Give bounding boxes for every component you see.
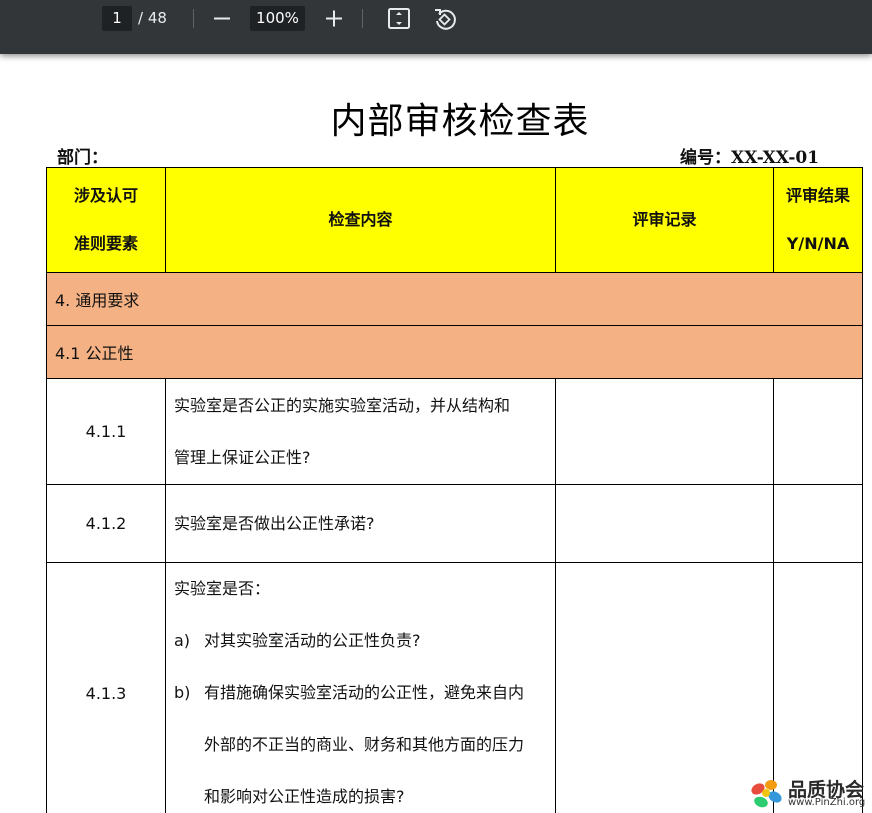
table-header-row: 涉及认可 准则要素 检查内容 评审记录 评审结果 Y/N/NA <box>46 167 863 273</box>
check-content: 实验室是否做出公正性承诺? <box>165 484 556 563</box>
audit-checklist-table: 涉及认可 准则要素 检查内容 评审记录 评审结果 Y/N/NA 4. 通用要求 … <box>46 167 863 813</box>
table-row: 4.1.3 实验室是否： a) 对其实验室活动的公正性负责? b) 有措施确保实验室… <box>46 562 863 813</box>
clause-code: 4.1.1 <box>46 378 166 485</box>
rotate-button[interactable] <box>430 5 458 32</box>
section-row: 4. 通用要求 <box>46 272 863 326</box>
document-number: 编号：XX-XX-01 <box>680 148 820 168</box>
pdf-page: 内部审核检查表 部门： 编号：XX-XX-01 涉及认可 准则要素 检查内容 评… <box>0 54 872 813</box>
toolbar-divider <box>362 9 363 28</box>
page-number-input[interactable]: 1 <box>102 6 132 31</box>
header-result: 评审结果 Y/N/NA <box>773 167 863 273</box>
zoom-out-button[interactable] <box>208 5 236 32</box>
table-row: 4.1.2 实验室是否做出公正性承诺? <box>46 484 863 563</box>
clause-code: 4.1.2 <box>46 484 166 563</box>
page-total-label: / 48 <box>138 9 167 27</box>
check-content: 实验室是否： a) 对其实验室活动的公正性负责? b) 有措施确保实验室活动的公正性… <box>165 562 556 813</box>
review-record-cell[interactable] <box>555 484 774 563</box>
watermark-url: www.PinZhi.org <box>788 797 866 808</box>
zoom-in-button[interactable] <box>320 5 348 32</box>
minus-icon <box>214 17 230 20</box>
check-content: 实验室是否公正的实施实验室活动，并从结构和 管理上保证公正性? <box>165 378 556 485</box>
fit-page-icon <box>388 8 410 29</box>
rotate-icon <box>435 9 456 30</box>
header-clause: 涉及认可 准则要素 <box>46 167 166 273</box>
fit-page-button[interactable] <box>385 5 413 32</box>
review-record-cell[interactable] <box>555 378 774 485</box>
review-result-cell[interactable] <box>773 484 863 563</box>
watermark: 品质协会 www.PinZhi.org <box>746 775 872 813</box>
pdf-toolbar: 1 / 48 100% <box>0 0 872 54</box>
department-label: 部门： <box>57 148 108 168</box>
review-record-cell[interactable] <box>555 562 774 813</box>
flower-logo-icon <box>751 780 782 808</box>
header-content: 检查内容 <box>165 167 556 273</box>
clause-code: 4.1.3 <box>46 562 166 813</box>
header-record: 评审记录 <box>555 167 774 273</box>
document-title: 内部审核检查表 <box>330 101 590 142</box>
section-row: 4.1 公正性 <box>46 325 863 379</box>
section-title: 4. 通用要求 <box>46 272 863 326</box>
table-row: 4.1.1 实验室是否公正的实施实验室活动，并从结构和 管理上保证公正性? <box>46 378 863 485</box>
zoom-level-input[interactable]: 100% <box>250 6 305 31</box>
section-title: 4.1 公正性 <box>46 325 863 379</box>
review-result-cell[interactable] <box>773 378 863 485</box>
plus-icon <box>326 10 342 27</box>
toolbar-divider <box>193 9 194 28</box>
